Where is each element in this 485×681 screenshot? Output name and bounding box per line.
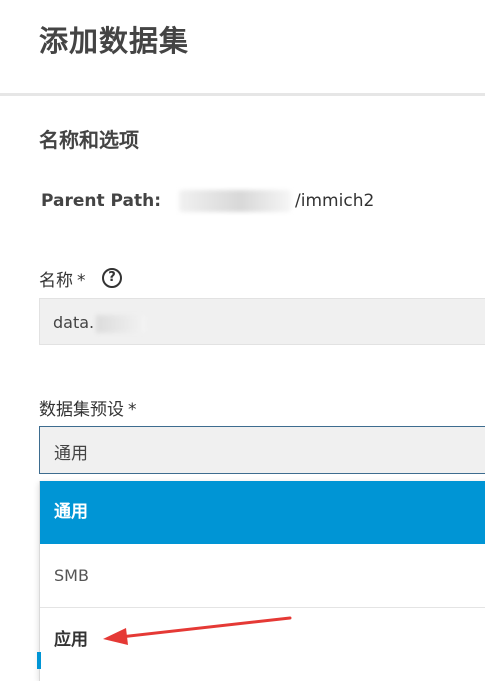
help-icon[interactable]: ? bbox=[102, 268, 122, 288]
parent-path: Parent Path: /immich2 bbox=[41, 190, 374, 212]
section-title: 名称和选项 bbox=[39, 128, 139, 152]
name-label: 名称 * bbox=[39, 266, 86, 291]
name-input[interactable]: data. bbox=[39, 298, 485, 345]
name-input-value: data. bbox=[53, 313, 95, 332]
preset-label-text: 数据集预设 bbox=[39, 400, 124, 420]
parent-path-suffix: /immich2 bbox=[295, 191, 375, 211]
page-title: 添加数据集 bbox=[39, 24, 190, 58]
name-required-mark: * bbox=[77, 271, 86, 291]
preset-label: 数据集预设 * bbox=[39, 395, 137, 420]
preset-required-mark: * bbox=[128, 400, 137, 420]
red-arrow-annotation bbox=[103, 616, 292, 645]
redacted-name bbox=[96, 314, 147, 333]
header-divider bbox=[0, 93, 485, 96]
parent-path-label: Parent Path: bbox=[41, 191, 162, 211]
redacted-path bbox=[179, 190, 292, 212]
preset-option-smb[interactable]: SMB bbox=[40, 544, 485, 608]
preset-option-general[interactable]: 通用 bbox=[40, 481, 485, 544]
preset-select[interactable]: 通用 bbox=[39, 426, 485, 474]
selection-accent bbox=[37, 652, 41, 669]
name-label-text: 名称 bbox=[39, 271, 73, 291]
